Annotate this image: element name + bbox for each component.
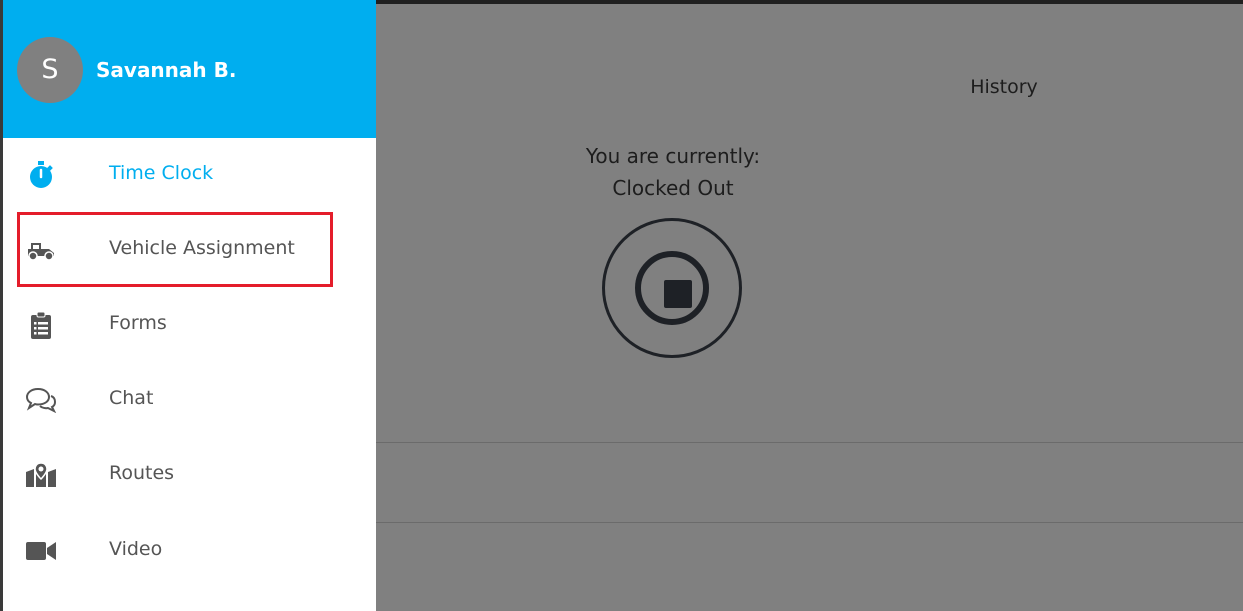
nav-item-forms[interactable]: Forms bbox=[3, 287, 376, 362]
nav-item-vehicle-assignment[interactable]: Vehicle Assignment bbox=[3, 212, 376, 287]
stopwatch-icon bbox=[25, 159, 57, 191]
drawer-header: S Savannah B. bbox=[3, 0, 376, 138]
nav-item-video[interactable]: Video bbox=[3, 513, 376, 588]
nav-item-chat[interactable]: Chat bbox=[3, 362, 376, 437]
user-name: Savannah B. bbox=[96, 58, 237, 82]
truck-icon bbox=[25, 234, 57, 266]
map-marker-icon bbox=[25, 459, 57, 491]
navigation-drawer: S Savannah B. Time Clock Vehicle Assignm… bbox=[0, 0, 376, 611]
status-value: Clocked Out bbox=[612, 176, 734, 200]
nav-item-time-clock[interactable]: Time Clock bbox=[3, 137, 376, 212]
chat-bubbles-icon bbox=[25, 384, 57, 416]
nav-label: Forms bbox=[109, 312, 167, 334]
stop-icon bbox=[664, 280, 692, 308]
nav-label: Video bbox=[109, 538, 163, 560]
video-camera-icon bbox=[25, 535, 57, 567]
nav-item-routes[interactable]: Routes bbox=[3, 437, 376, 512]
divider bbox=[376, 442, 1243, 443]
nav-label: Chat bbox=[109, 387, 154, 409]
nav-label: Time Clock bbox=[109, 162, 214, 184]
divider bbox=[376, 522, 1243, 523]
avatar[interactable]: S bbox=[17, 37, 83, 103]
clock-toggle-button[interactable] bbox=[602, 218, 742, 358]
clock-ring bbox=[635, 251, 709, 325]
tab-history[interactable]: History bbox=[940, 76, 1068, 98]
clipboard-icon bbox=[25, 309, 57, 341]
status-label: You are currently: bbox=[585, 144, 761, 168]
nav-label: Vehicle Assignment bbox=[109, 237, 295, 259]
nav-label: Routes bbox=[109, 462, 175, 484]
